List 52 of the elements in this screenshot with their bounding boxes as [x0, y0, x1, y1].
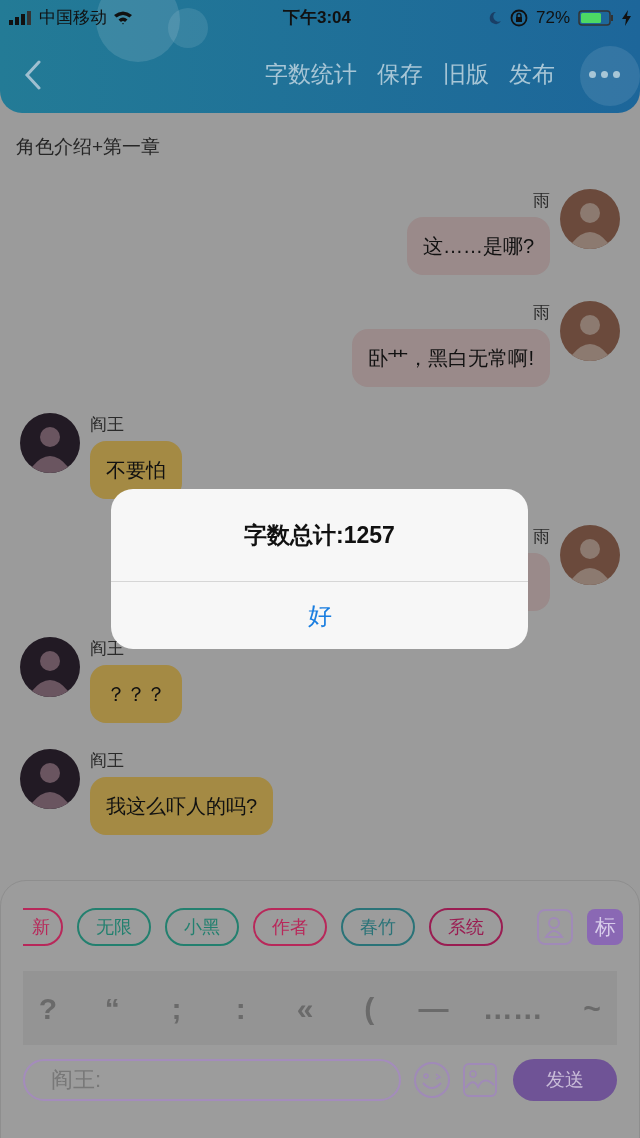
punctuation-key[interactable]: ?	[33, 985, 63, 1031]
avatar-icon	[560, 525, 620, 585]
signal-icon	[9, 11, 33, 25]
character-tag[interactable]: 作者	[253, 908, 327, 946]
chapter-title: 角色介绍+第一章	[15, 135, 162, 159]
message-bubble: 这……是哪?	[406, 217, 550, 275]
punctuation-key[interactable]: —	[418, 985, 449, 1031]
image-icon[interactable]	[463, 1063, 497, 1097]
battery-percent: 72%	[535, 7, 570, 30]
sender-name: 阎王	[90, 750, 124, 772]
avatar-icon	[20, 413, 80, 473]
punctuation-key[interactable]: ……	[482, 985, 543, 1031]
rotation-lock-icon	[509, 9, 528, 27]
punctuation-key[interactable]: «	[290, 985, 320, 1031]
avatar-icon	[560, 301, 620, 361]
character-tag[interactable]: 小黑	[165, 908, 239, 946]
wifi-icon	[113, 11, 133, 25]
header-action[interactable]: 旧版	[443, 57, 489, 92]
character-tag[interactable]: 春竹	[341, 908, 415, 946]
avatar-icon	[20, 637, 80, 697]
mark-button[interactable]: 标	[587, 909, 623, 945]
message-bubble: 卧艹，黑白无常啊!	[352, 329, 550, 387]
alert-title: 字数总计:1257	[243, 520, 396, 550]
carrier-name: 中国移动	[39, 7, 107, 30]
character-tag[interactable]: 无限	[77, 908, 151, 946]
person-icon	[544, 915, 566, 939]
header-action[interactable]: 发布	[509, 57, 555, 92]
avatar-icon	[560, 189, 620, 249]
send-button[interactable]: 发送	[513, 1059, 617, 1101]
character-tag[interactable]: 系统	[429, 908, 503, 946]
charging-icon	[622, 10, 631, 26]
battery-icon	[578, 10, 614, 26]
moon-icon	[487, 11, 502, 25]
header-action[interactable]: 保存	[377, 57, 423, 92]
sender-name: 雨	[533, 526, 550, 548]
character-tag[interactable]: 新	[23, 908, 63, 946]
sender-name: 雨	[533, 302, 550, 324]
punctuation-key[interactable]: ~	[577, 985, 607, 1031]
header-action[interactable]: 字数统计	[265, 57, 357, 92]
bubble-drawing	[580, 46, 640, 106]
punctuation-key[interactable]: :	[225, 985, 256, 1031]
punctuation-key[interactable]: (	[354, 985, 385, 1031]
emoji-icon[interactable]	[413, 1061, 451, 1099]
sender-name: 阎王	[90, 414, 124, 436]
punctuation-key[interactable]: ;	[161, 985, 192, 1031]
message-bubble: 我这么吓人的吗?	[90, 777, 274, 835]
message-bubble: ？？？	[90, 665, 182, 723]
character-button[interactable]	[537, 909, 573, 945]
sender-name: 雨	[533, 190, 550, 212]
punctuation-key[interactable]: “	[97, 985, 128, 1031]
avatar-icon	[20, 749, 80, 809]
status-time: 下午3:04	[283, 7, 352, 30]
